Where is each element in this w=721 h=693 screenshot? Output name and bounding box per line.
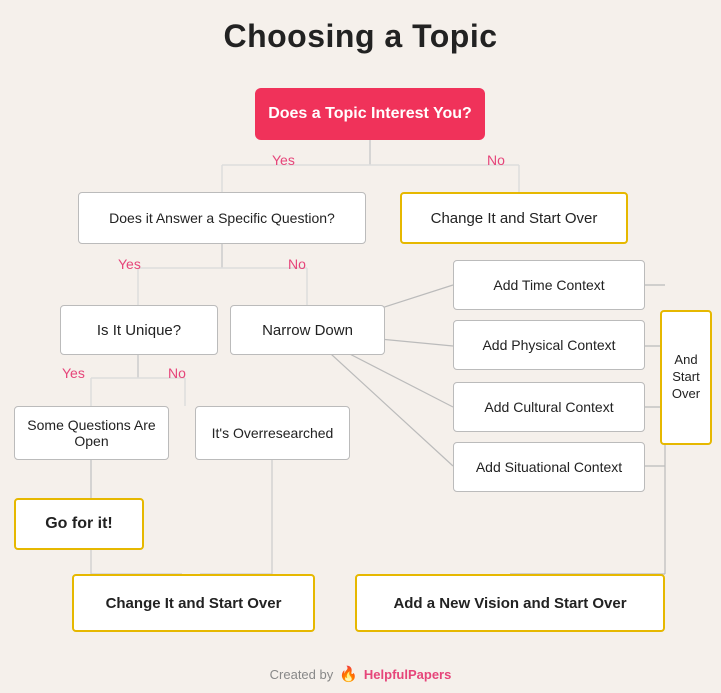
change-start-over-bottom: Change It and Start Over (72, 574, 315, 632)
no-label-2: No (288, 256, 306, 272)
change-start-over-top: Change It and Start Over (400, 192, 628, 244)
yes-label-3: Yes (62, 365, 85, 381)
is-unique-box: Is It Unique? (60, 305, 218, 355)
does-topic-box: Does a Topic Interest You? (255, 88, 485, 140)
yes-label-1: Yes (272, 152, 295, 168)
add-situational-context-box: Add Situational Context (453, 442, 645, 492)
brand-icon: 🔥 (339, 665, 358, 683)
go-for-it-box: Go for it! (14, 498, 144, 550)
yes-label-2: Yes (118, 256, 141, 272)
add-cultural-context-box: Add Cultural Context (453, 382, 645, 432)
no-label-1: No (487, 152, 505, 168)
created-by-label: Created by (270, 667, 334, 682)
overresearched-box: It's Overresearched (195, 406, 350, 460)
no-label-3: No (168, 365, 186, 381)
add-time-context-box: Add Time Context (453, 260, 645, 310)
add-physical-context-box: Add Physical Context (453, 320, 645, 370)
brand-name: HelpfulPapers (364, 667, 451, 682)
does-answer-box: Does it Answer a Specific Question? (78, 192, 366, 244)
page: Choosing a Topic (0, 0, 721, 693)
page-title: Choosing a Topic (0, 0, 721, 55)
and-start-over-box: And Start Over (660, 310, 712, 445)
narrow-down-box: Narrow Down (230, 305, 385, 355)
add-new-vision-box: Add a New Vision and Start Over (355, 574, 665, 632)
footer: Created by 🔥 HelpfulPapers (0, 665, 721, 683)
some-questions-box: Some Questions Are Open (14, 406, 169, 460)
